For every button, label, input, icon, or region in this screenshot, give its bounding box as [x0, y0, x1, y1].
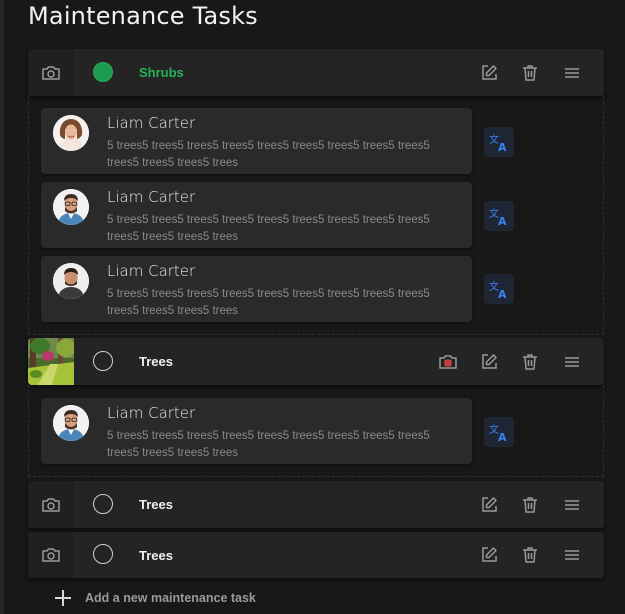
svg-text:A: A	[498, 141, 507, 153]
avatar	[53, 189, 89, 225]
camera-off-icon	[439, 355, 457, 369]
translate-button[interactable]: 文A	[484, 201, 514, 231]
camera-icon	[42, 548, 60, 562]
drag-handle[interactable]	[562, 495, 582, 515]
note-text: 5 trees5 trees5 trees5 trees5 trees5 tre…	[107, 140, 430, 169]
svg-text:A: A	[498, 431, 507, 443]
edit-icon	[482, 65, 497, 80]
delete-button[interactable]	[520, 495, 540, 515]
translate-icon: 文A	[489, 280, 507, 300]
menu-icon	[565, 357, 579, 367]
task-item: Trees	[28, 532, 604, 578]
trash-icon	[523, 547, 537, 563]
task-notes: Liam Carter 5 trees5 trees5 trees5 trees…	[28, 385, 604, 477]
drag-handle[interactable]	[562, 352, 582, 372]
delete-button[interactable]	[520, 545, 540, 565]
camera-icon	[42, 497, 60, 512]
edit-button[interactable]	[479, 352, 499, 372]
trash-icon	[523, 497, 537, 513]
note-author: Liam Carter	[107, 262, 196, 280]
edit-button[interactable]	[479, 495, 499, 515]
svg-text:A: A	[498, 288, 507, 300]
task-item: Trees	[28, 338, 604, 385]
delete-button[interactable]	[520, 352, 540, 372]
svg-text:A: A	[498, 215, 507, 227]
note-text: 5 trees5 trees5 trees5 trees5 trees5 tre…	[107, 430, 430, 459]
task-photo[interactable]	[28, 338, 74, 385]
note-card: Liam Carter 5 trees5 trees5 trees5 trees…	[41, 182, 472, 248]
note-author: Liam Carter	[107, 114, 196, 132]
menu-icon	[565, 68, 579, 78]
translate-icon: 文A	[489, 423, 507, 443]
translate-button[interactable]: 文A	[484, 127, 514, 157]
drag-handle[interactable]	[562, 63, 582, 83]
task-complete-checkbox[interactable]	[93, 62, 113, 82]
edit-button[interactable]	[479, 545, 499, 565]
camera-icon	[42, 65, 60, 80]
task-notes: Liam Carter 5 trees5 trees5 trees5 trees…	[28, 96, 604, 335]
plus-icon	[55, 590, 71, 606]
add-photo-button[interactable]	[28, 532, 74, 578]
note-card: Liam Carter 5 trees5 trees5 trees5 trees…	[41, 108, 472, 174]
avatar	[53, 405, 89, 441]
drag-handle[interactable]	[562, 545, 582, 565]
edit-button[interactable]	[479, 63, 499, 83]
edit-icon	[482, 497, 497, 512]
translate-icon: 文A	[489, 133, 507, 153]
translate-button[interactable]: 文A	[484, 274, 514, 304]
add-photo-button[interactable]	[28, 481, 74, 528]
task-name: Trees	[139, 497, 173, 512]
note-card: Liam Carter 5 trees5 trees5 trees5 trees…	[41, 398, 472, 464]
avatar	[53, 263, 89, 299]
menu-icon	[565, 550, 579, 560]
add-photo-button[interactable]	[28, 49, 74, 96]
translate-icon: 文A	[489, 207, 507, 227]
task-name: Trees	[139, 354, 173, 369]
note-author: Liam Carter	[107, 404, 196, 422]
note-author: Liam Carter	[107, 188, 196, 206]
add-task-label: Add a new maintenance task	[85, 591, 256, 605]
task-complete-checkbox[interactable]	[93, 351, 113, 371]
note-text: 5 trees5 trees5 trees5 trees5 trees5 tre…	[107, 288, 430, 317]
task-complete-checkbox[interactable]	[93, 494, 113, 514]
trash-icon	[523, 354, 537, 370]
task-name: Trees	[139, 548, 173, 563]
task-item: Shrubs	[28, 49, 604, 96]
add-task-button[interactable]: Add a new maintenance task	[54, 589, 256, 607]
avatar	[53, 115, 89, 151]
task-complete-checkbox[interactable]	[93, 544, 113, 564]
left-edge	[0, 0, 4, 614]
menu-icon	[565, 500, 579, 510]
delete-button[interactable]	[520, 63, 540, 83]
edit-icon	[482, 354, 497, 369]
trash-icon	[523, 65, 537, 81]
page-title: Maintenance Tasks	[28, 2, 258, 30]
edit-icon	[482, 547, 497, 562]
note-text: 5 trees5 trees5 trees5 trees5 trees5 tre…	[107, 214, 430, 243]
remove-photo-button[interactable]	[438, 352, 458, 372]
note-card: Liam Carter 5 trees5 trees5 trees5 trees…	[41, 256, 472, 322]
translate-button[interactable]: 文A	[484, 417, 514, 447]
task-name: Shrubs	[139, 65, 184, 80]
task-item: Trees	[28, 481, 604, 528]
